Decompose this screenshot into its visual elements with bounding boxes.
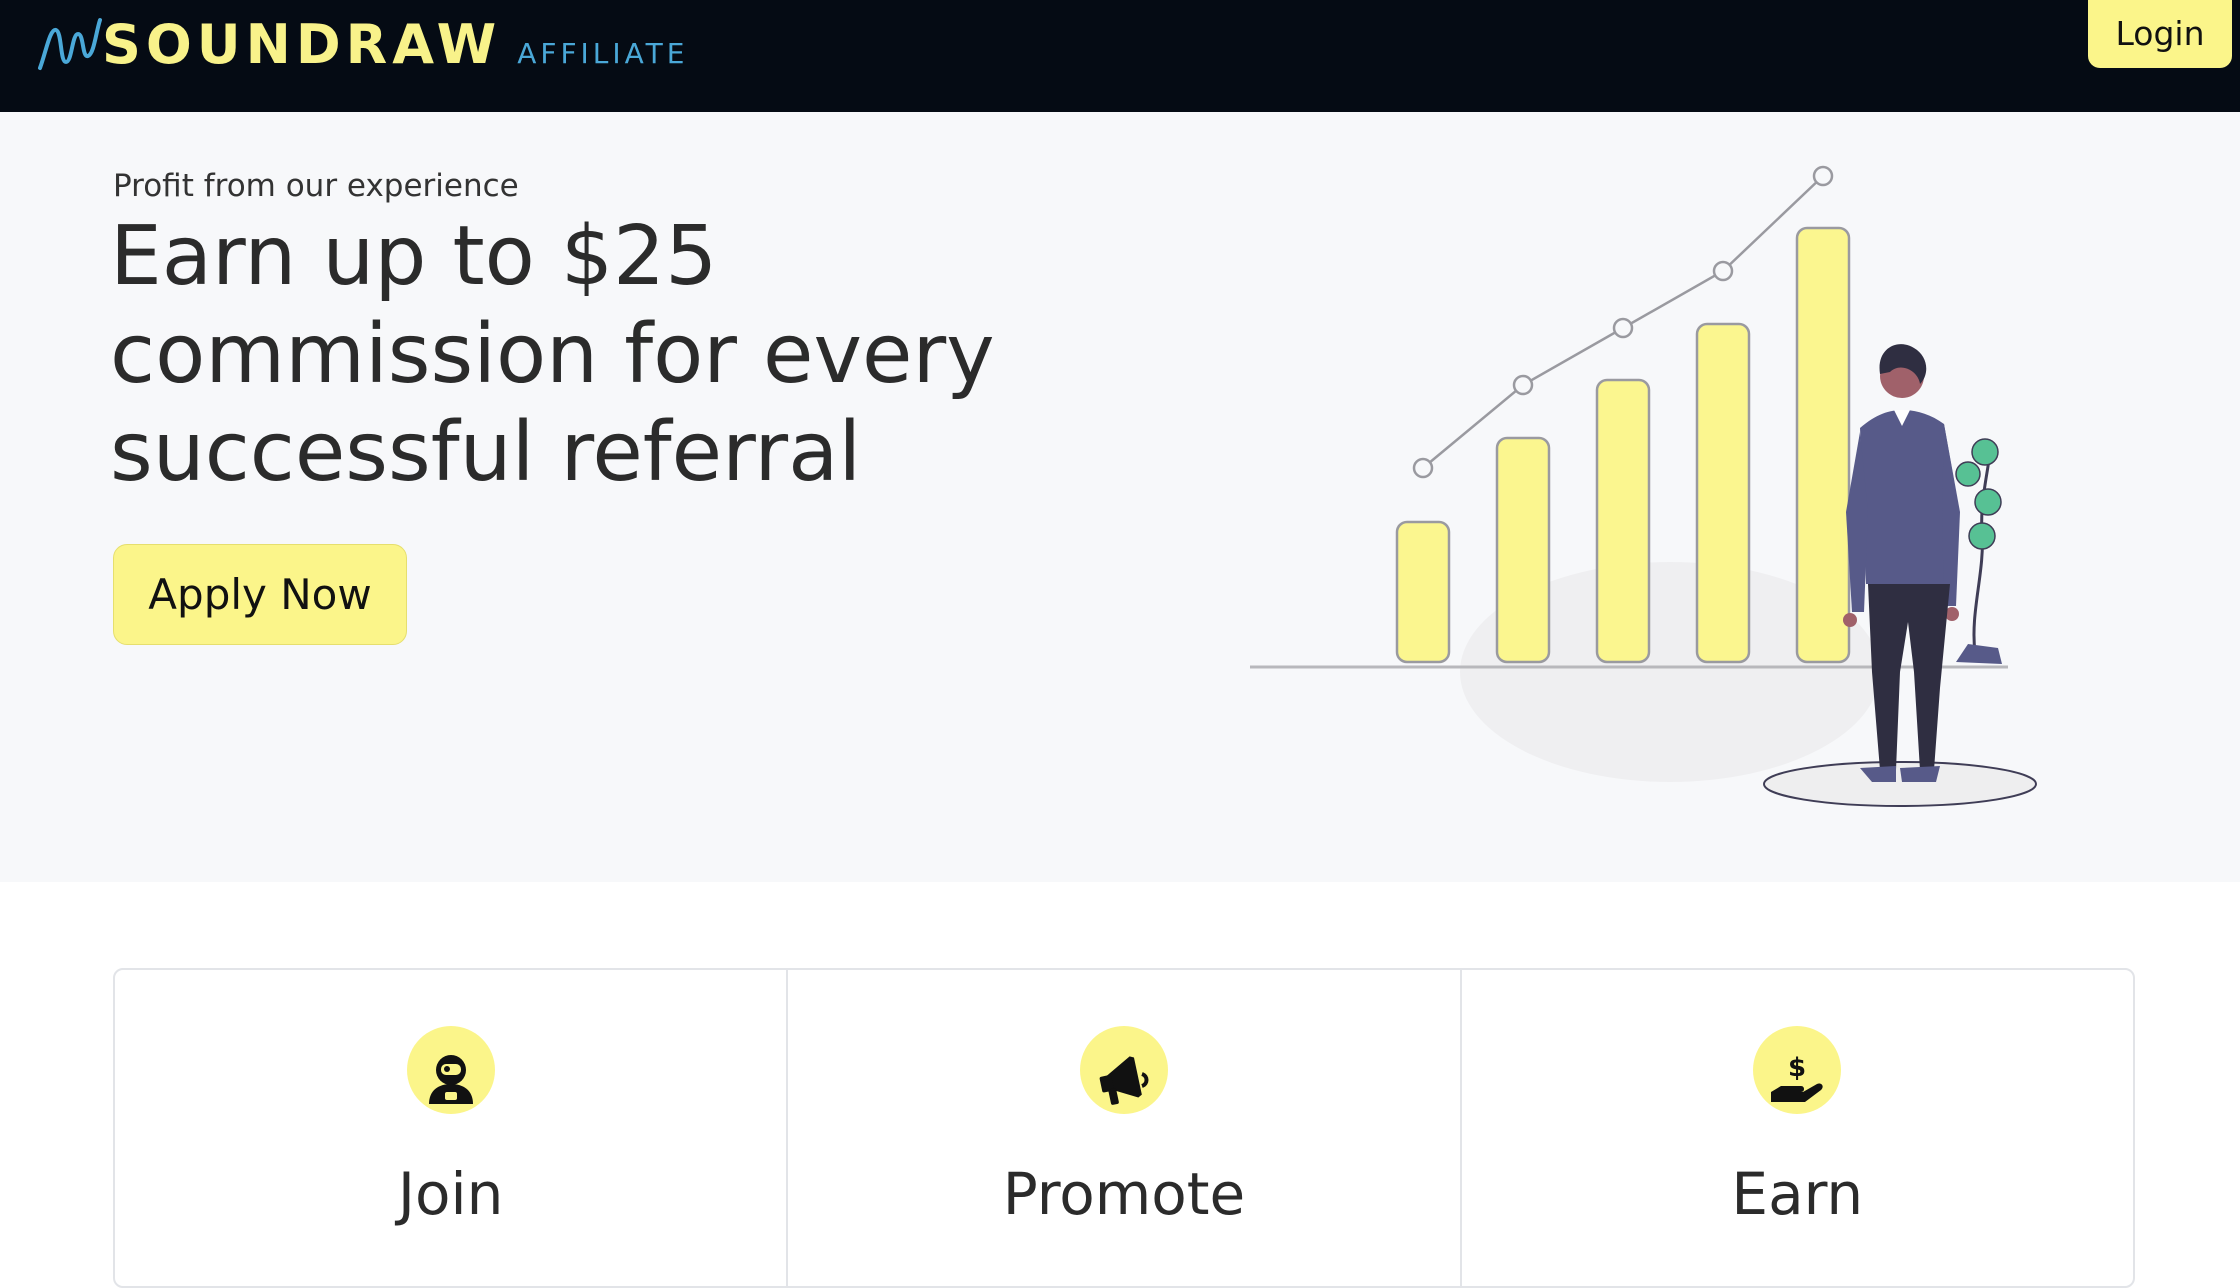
soundwave-logo-icon	[38, 18, 102, 70]
step-promote: Promote	[788, 970, 1462, 1286]
login-button[interactable]: Login	[2088, 0, 2232, 68]
steps-panel: Join Promote $ Earn	[113, 968, 2135, 1288]
megaphone-icon	[1079, 1026, 1168, 1114]
brand-name: SOUNDRAW	[102, 13, 502, 76]
hero-section: Profit from our experience Earn up to $2…	[0, 112, 2240, 882]
hero-eyebrow: Profit from our experience	[113, 168, 519, 204]
brand-logo[interactable]: SOUNDRAW AFFILIATE	[36, 8, 688, 72]
svg-text:$: $	[1788, 1053, 1806, 1083]
apply-now-button[interactable]: Apply Now	[113, 544, 407, 645]
growth-chart-illustration	[1250, 165, 2037, 807]
hero-headline: Earn up to $25 commission for every succ…	[110, 209, 995, 500]
site-header: SOUNDRAW AFFILIATE Login	[0, 0, 2240, 112]
step-join: Join	[115, 970, 789, 1286]
step-earn: $ Earn	[1462, 970, 2133, 1286]
hand-dollar-icon: $	[1753, 1026, 1842, 1114]
step-title: Join	[397, 1160, 504, 1228]
user-astronaut-icon	[406, 1026, 495, 1114]
step-title: Promote	[1002, 1160, 1246, 1228]
brand-subtitle: AFFILIATE	[517, 37, 689, 70]
step-title: Earn	[1731, 1160, 1864, 1228]
